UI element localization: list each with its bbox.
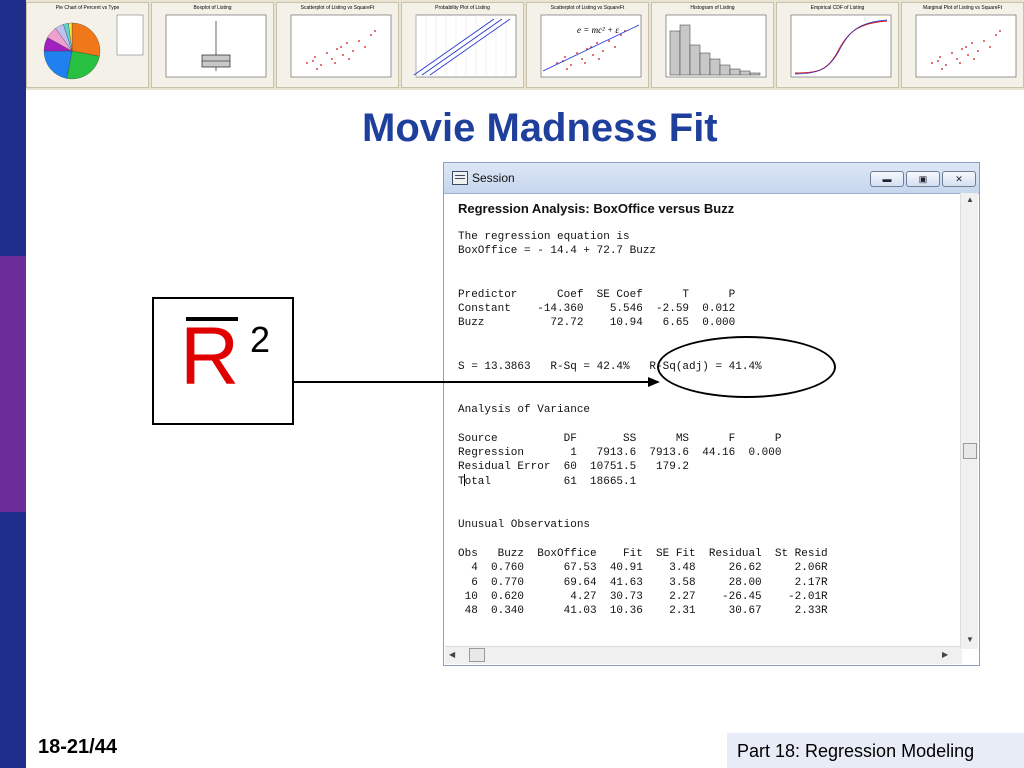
slide-number: 18-21/44 <box>38 736 117 758</box>
footer-bar: Part 18: Regression Modeling <box>727 733 1024 768</box>
footer-text: Part 18: Regression Modeling <box>737 741 975 761</box>
arrow-head-icon <box>648 377 660 387</box>
connector-arrow <box>294 377 660 387</box>
